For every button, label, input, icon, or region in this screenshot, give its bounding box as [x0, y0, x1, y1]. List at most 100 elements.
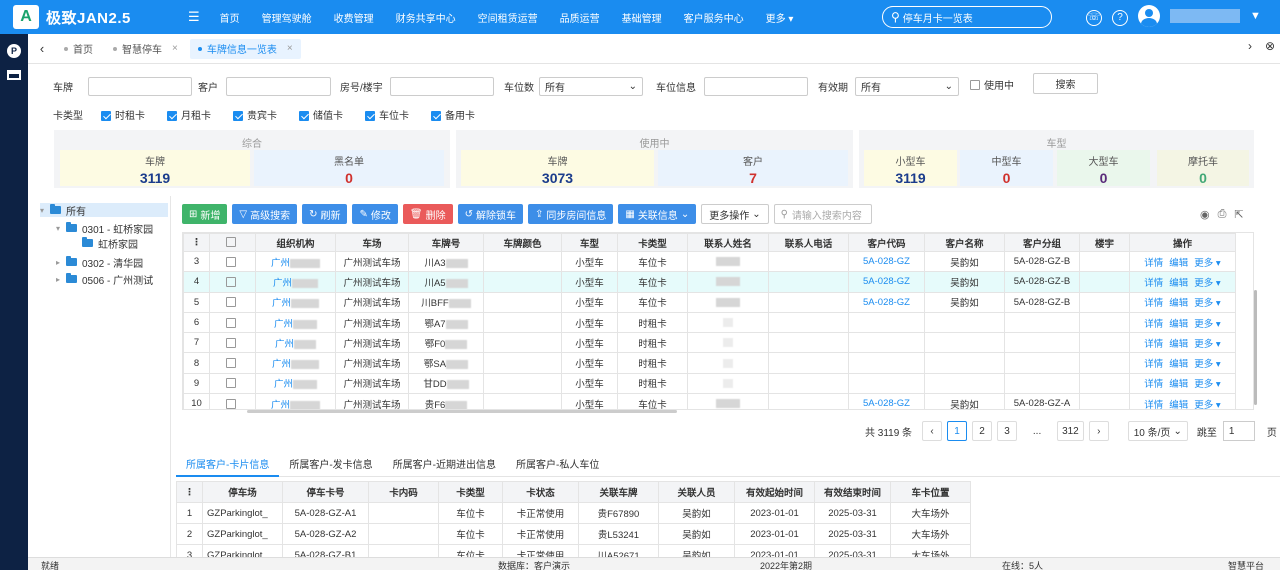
stat-card-blacklist[interactable]: 黑名单 0 [254, 150, 444, 186]
org-link[interactable]: 广州 [272, 359, 291, 370]
customer-input[interactable] [226, 77, 331, 96]
close-icon[interactable]: × [172, 43, 178, 54]
tree-node-hongqiao[interactable]: 虹桥家园 [82, 236, 138, 251]
tabs-prev-icon[interactable]: ‹ [28, 41, 56, 56]
column-header[interactable]: 车场 [335, 233, 409, 252]
card-type-option[interactable]: 贵宾卡 [233, 107, 277, 122]
detail-link[interactable]: 详情 [1144, 379, 1163, 390]
column-header[interactable]: 卡内码 [368, 481, 439, 503]
card-type-checkbox[interactable] [365, 111, 375, 122]
expand-icon[interactable]: ▸ [56, 258, 66, 267]
column-header[interactable]: 楼宇 [1079, 233, 1130, 252]
more-link[interactable]: 更多 ▾ [1194, 400, 1220, 409]
table-row[interactable]: 4 广州 广州测试车场 川A5 小型车 车位卡 5A-028-GZ 吴韵如 5A-028-GZ-… [183, 271, 1236, 293]
stat-card-in-use-plates[interactable]: 车牌 3073 [461, 150, 654, 186]
more-link[interactable]: 更多 ▾ [1194, 339, 1220, 350]
row-checkbox[interactable] [225, 297, 236, 308]
stat-card-motorcycle[interactable]: 摩托车 0 [1157, 150, 1249, 186]
plate-input[interactable] [88, 77, 192, 96]
refresh-button[interactable]: ↻ 刷新 [302, 204, 348, 224]
stat-card-large-car[interactable]: 大型车 0 [1057, 150, 1150, 186]
page-button[interactable]: 312 [1057, 421, 1084, 441]
prev-page-icon[interactable]: ‹ [922, 421, 943, 441]
more-link[interactable]: 更多 ▾ [1194, 298, 1220, 309]
column-header[interactable]: 操作 [1129, 233, 1236, 252]
row-checkbox[interactable] [225, 358, 236, 369]
close-all-icon[interactable]: ⊗ [1260, 39, 1280, 53]
tree-node-root[interactable]: ▾ 所有 [40, 203, 168, 218]
card-type-checkbox[interactable] [233, 111, 243, 122]
tabs-next-icon[interactable]: › [1240, 39, 1260, 53]
detail-link[interactable]: 详情 [1144, 400, 1163, 409]
tab-item[interactable]: 车牌信息一览表 × [189, 38, 301, 59]
delete-button[interactable]: 🗑 删除 [402, 204, 453, 224]
link-info-button[interactable]: ▦ 关联信息 ⌄ [618, 204, 697, 224]
more-link[interactable]: 更多 ▾ [1194, 379, 1220, 390]
column-header[interactable]: 车牌号 [408, 233, 484, 252]
page-button[interactable]: 3 [997, 421, 1018, 441]
edit-link[interactable]: 编辑 [1169, 379, 1188, 390]
column-header[interactable]: 车卡位置 [890, 481, 971, 503]
nav-item[interactable]: 更多 ▾ [766, 10, 794, 25]
column-header[interactable]: 组织机构 [255, 233, 336, 252]
edit-link[interactable]: 编辑 [1169, 339, 1188, 350]
chevron-down-icon[interactable]: ▼ [1250, 10, 1261, 22]
more-link[interactable]: 更多 ▾ [1194, 359, 1220, 370]
column-header[interactable]: 车型 [561, 233, 618, 252]
page-button[interactable]: ... [1022, 421, 1052, 441]
card-type-option[interactable]: 时租卡 [101, 107, 145, 122]
detail-link[interactable]: 详情 [1144, 258, 1163, 269]
card-type-checkbox[interactable] [101, 111, 111, 122]
card-type-checkbox[interactable] [431, 111, 441, 122]
detail-tab[interactable]: 所属客户-发卡信息 [279, 455, 382, 477]
tree-node-0506[interactable]: ▸ 0506 - 广州测试 [56, 272, 153, 287]
global-search-input[interactable]: ⚲ 停车月卡一览表 [882, 6, 1052, 28]
username-redacted[interactable] [1170, 9, 1240, 23]
card-type-checkbox[interactable] [167, 111, 177, 122]
column-header[interactable]: 客户代码 [848, 233, 925, 252]
card-type-option[interactable]: 备用卡 [431, 107, 475, 122]
column-header[interactable]: 卡类型 [438, 481, 503, 503]
column-header[interactable]: ⋮ [176, 481, 203, 503]
more-link[interactable]: 更多 ▾ [1194, 319, 1220, 330]
column-header[interactable]: 停车场 [202, 481, 283, 503]
column-header[interactable]: 客户分组 [1004, 233, 1080, 252]
add-button[interactable]: ⊞ 新增 [182, 204, 228, 224]
table-row[interactable]: 3 广州 广州测试车场 川A3 小型车 车位卡 5A-028-GZ 吴韵如 5A-028-GZ-… [183, 250, 1236, 273]
table-row[interactable]: 10 广州 广州测试车场 贵F6 小型车 车位卡 5A-028-GZ 吴韵如 5A-028-GZ… [183, 393, 1236, 409]
tab-item[interactable]: 首页 [56, 39, 101, 59]
customer-code-link[interactable]: 5A-028-GZ [863, 297, 910, 308]
card-icon[interactable] [7, 70, 21, 80]
table-row[interactable]: 8 广州 广州测试车场 鄂SA 小型车 时租卡 详情 编辑 更多 ▾ [183, 352, 1236, 374]
select-all-checkbox[interactable] [225, 237, 236, 248]
column-header[interactable]: 关联人员 [658, 481, 735, 503]
column-header[interactable] [209, 233, 256, 252]
stat-card-medium-car[interactable]: 中型车 0 [960, 150, 1053, 186]
avatar[interactable] [1138, 5, 1160, 27]
grid-search-input[interactable]: ⚲ 请输入搜索内容 [773, 204, 872, 224]
org-link[interactable]: 广州 [274, 319, 293, 330]
column-header[interactable]: 车牌颜色 [483, 233, 562, 252]
spaces-select[interactable]: 所有 ⌄ [539, 77, 643, 96]
next-page-icon[interactable]: › [1088, 421, 1109, 441]
grid-horizontal-scrollbar[interactable] [247, 410, 677, 413]
customer-code-link[interactable]: 5A-028-GZ [863, 276, 910, 287]
stat-card-plates[interactable]: 车牌 3119 [60, 150, 250, 186]
column-header[interactable]: 卡类型 [617, 233, 688, 252]
card-type-checkbox[interactable] [299, 111, 309, 122]
detail-tab[interactable]: 所属客户-私人车位 [506, 455, 609, 477]
row-checkbox[interactable] [225, 317, 236, 328]
room-input[interactable] [389, 77, 494, 96]
org-link[interactable]: 广州 [274, 379, 293, 390]
card-type-option[interactable]: 月租卡 [167, 107, 211, 122]
edit-link[interactable]: 编辑 [1169, 258, 1188, 269]
more-link[interactable]: 更多 ▾ [1194, 278, 1220, 289]
sync-room-button[interactable]: ⇪ 同步房间信息 [527, 204, 614, 224]
table-row[interactable]: 1 GZParkinglot_ 5A-028-GZ-A1 车位卡 卡正常使用 贵F6789… [176, 502, 971, 524]
close-icon[interactable]: × [287, 43, 293, 54]
column-header[interactable]: 联系人电话 [768, 233, 849, 252]
column-header[interactable]: 有效起始时间 [734, 481, 815, 503]
edit-button[interactable]: ✎ 修改 [352, 204, 398, 224]
column-header[interactable]: 卡状态 [502, 481, 579, 503]
org-link[interactable]: 广州 [271, 258, 290, 269]
